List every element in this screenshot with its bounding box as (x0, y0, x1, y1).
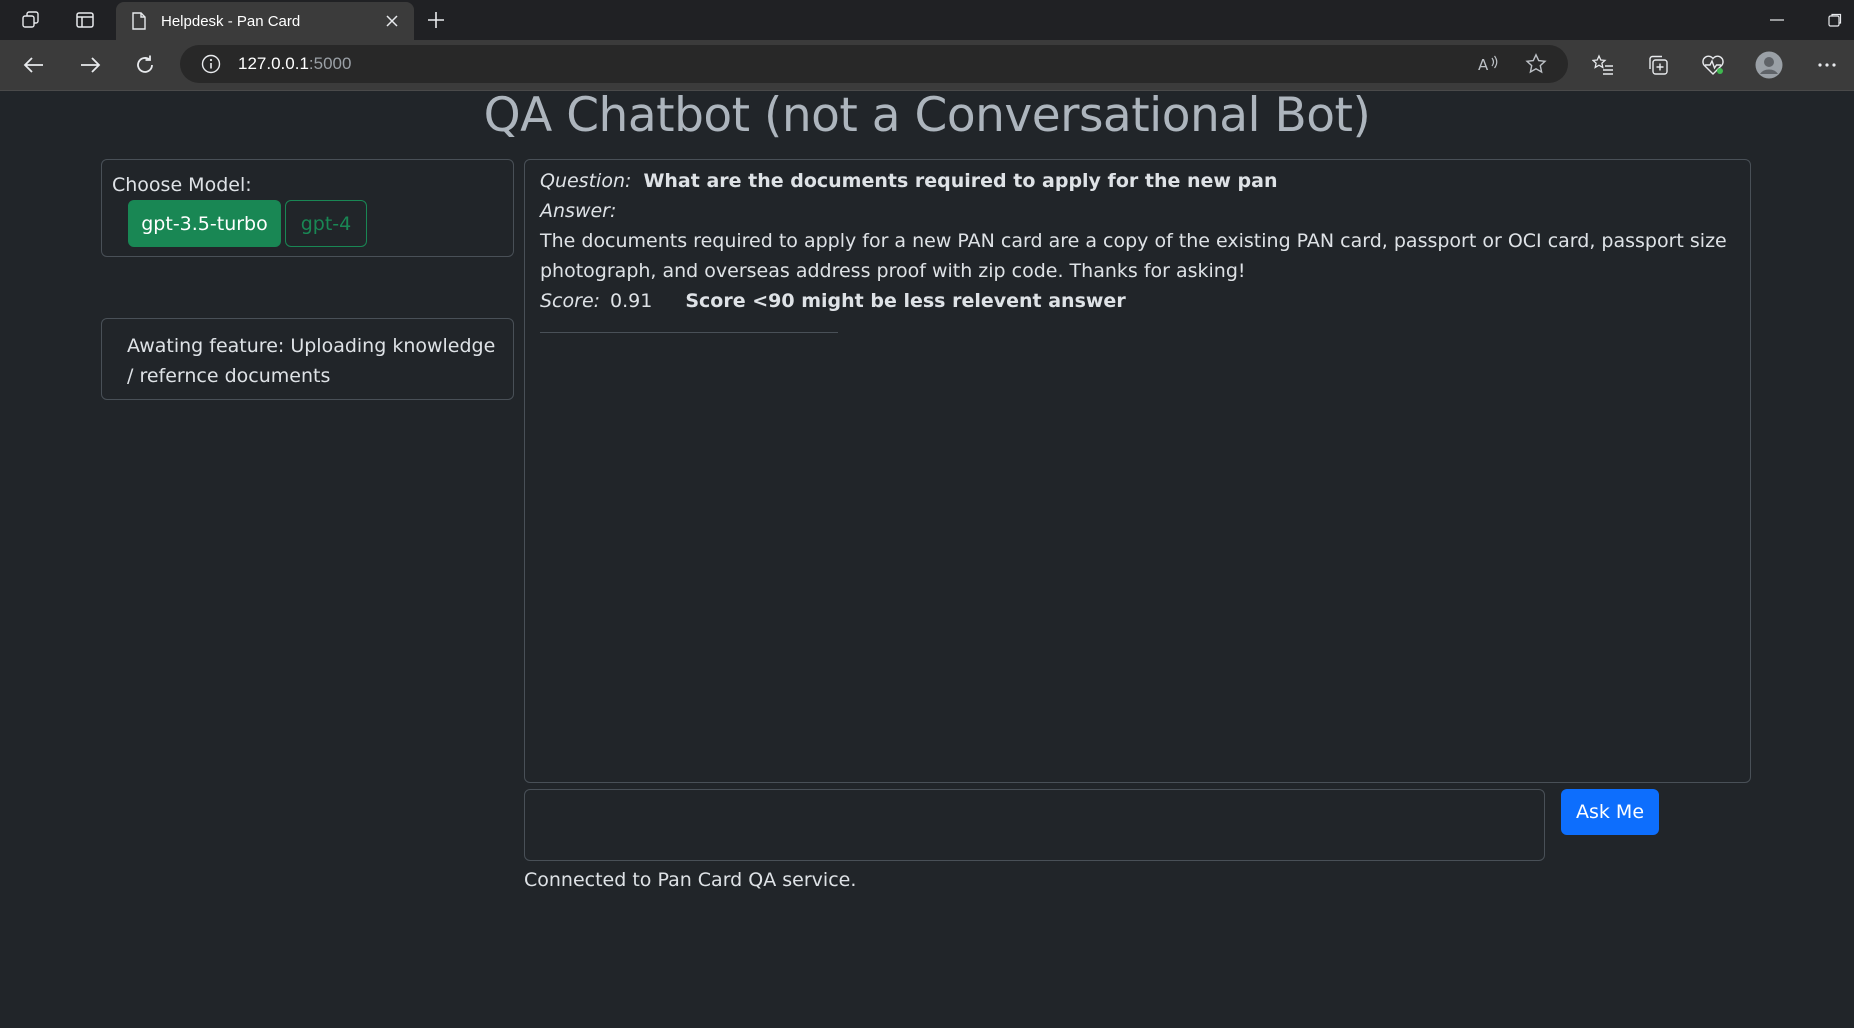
forward-icon[interactable] (76, 52, 104, 78)
browser-tab-bar: Helpdesk - Pan Card (0, 0, 1854, 40)
tab-actions-icon[interactable] (72, 8, 98, 32)
upcoming-feature-card: Awating feature: Uploading knowledge / r… (101, 318, 514, 400)
new-tab-icon[interactable] (424, 8, 448, 32)
url-port: :5000 (308, 54, 352, 73)
minimize-icon[interactable] (1762, 8, 1792, 32)
question-row: Question: What are the documents require… (540, 166, 1730, 196)
ask-me-button[interactable]: Ask Me (1561, 789, 1659, 835)
refresh-icon[interactable] (131, 52, 159, 78)
site-info-icon[interactable] (200, 53, 222, 75)
question-label: Question: (540, 170, 632, 192)
address-bar[interactable]: 127.0.0.1:5000 A (180, 45, 1568, 83)
page-title: QA Chatbot (not a Conversational Bot) (483, 88, 1371, 143)
model-option-gpt-4[interactable]: gpt-4 (285, 200, 367, 247)
choose-model-label: Choose Model: (112, 174, 252, 196)
browser-tab[interactable]: Helpdesk - Pan Card (116, 2, 414, 40)
url-text: 127.0.0.1:5000 (238, 54, 351, 74)
model-selector-card: Choose Model: gpt-3.5-turbo gpt-4 (101, 159, 514, 257)
profile-avatar-icon[interactable] (1754, 50, 1784, 80)
page-favicon-icon (130, 12, 148, 30)
close-tab-icon[interactable] (380, 9, 404, 33)
svg-text:A: A (1478, 56, 1489, 74)
entry-divider (540, 332, 838, 333)
workspaces-icon[interactable] (18, 8, 44, 32)
score-row: Score: 0.91 Score <90 might be less rele… (540, 286, 1730, 316)
chat-output-panel: Question: What are the documents require… (524, 159, 1751, 783)
favorite-star-icon[interactable] (1523, 52, 1549, 76)
question-text: What are the documents required to apply… (643, 170, 1278, 192)
back-icon[interactable] (20, 52, 48, 78)
tab-title: Helpdesk - Pan Card (161, 12, 301, 30)
browser-toolbar: 127.0.0.1:5000 A (0, 40, 1854, 91)
connection-status: Connected to Pan Card QA service. (524, 869, 857, 891)
more-options-icon[interactable] (1812, 52, 1842, 78)
score-value: 0.91 (610, 290, 653, 312)
answer-text: The documents required to apply for a ne… (540, 230, 1727, 282)
question-input[interactable] (524, 789, 1545, 861)
model-option-gpt-3-5-turbo[interactable]: gpt-3.5-turbo (128, 200, 281, 247)
collections-icon[interactable] (1644, 52, 1672, 78)
score-label: Score: (540, 290, 601, 312)
qa-entry: Question: What are the documents require… (540, 166, 1730, 333)
read-aloud-icon[interactable]: A (1475, 52, 1501, 76)
answer-label: Answer: (540, 200, 617, 222)
favorites-list-icon[interactable] (1589, 52, 1617, 78)
score-note: Score <90 might be less relevent answer (685, 290, 1126, 312)
browser-essentials-icon[interactable] (1699, 52, 1727, 78)
upcoming-feature-text: Awating feature: Uploading knowledge / r… (127, 335, 496, 387)
url-host: 127.0.0.1 (238, 54, 309, 73)
restore-window-icon[interactable] (1820, 8, 1850, 32)
